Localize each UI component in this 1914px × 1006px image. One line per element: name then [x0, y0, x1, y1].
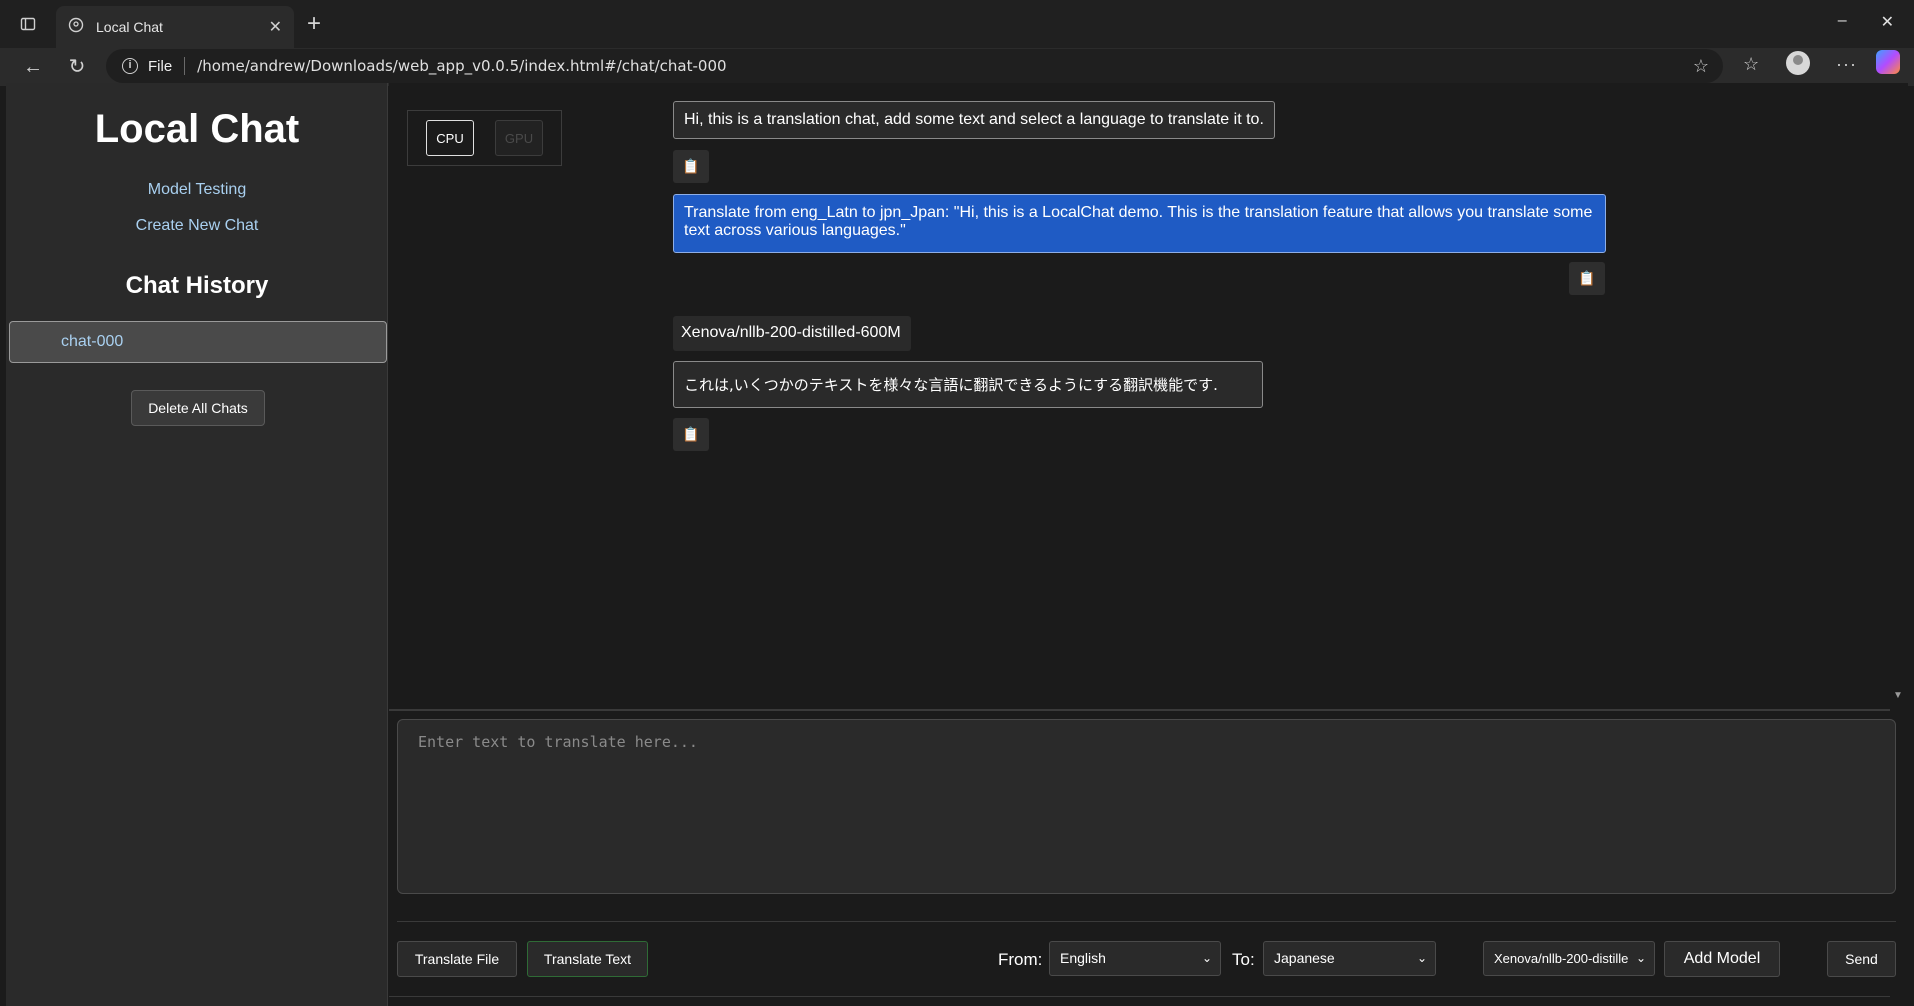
gpu-button[interactable]: GPU [495, 120, 543, 156]
model-testing-link[interactable]: Model Testing [6, 181, 388, 199]
reload-icon[interactable]: ↻ [66, 56, 88, 78]
tab-actions-icon[interactable] [16, 12, 40, 36]
translate-file-button[interactable]: Translate File [397, 941, 517, 977]
chevron-down-icon: ⌄ [1416, 951, 1427, 965]
send-button[interactable]: Send [1827, 941, 1896, 977]
chat-scrollbar[interactable] [1890, 83, 1908, 709]
model-select[interactable]: Xenova/nllb-200-distille ⌄ [1483, 941, 1655, 976]
assistant-response: これは,いくつかのテキストを様々な言語に翻訳できるようにする翻訳機能です. [673, 361, 1263, 408]
browser-tab[interactable]: Local Chat ✕ [56, 6, 294, 48]
copilot-icon[interactable] [1876, 50, 1900, 74]
sidebar: Local Chat Model Testing Create New Chat… [6, 83, 388, 1006]
chat-history-heading: Chat History [125, 272, 269, 299]
browser-tab-bar: Local Chat ✕ + – ✕ [0, 0, 1914, 48]
delete-all-chats-button[interactable]: Delete All Chats [131, 390, 265, 426]
create-new-chat-link[interactable]: Create New Chat [6, 217, 388, 235]
chevron-down-icon: ⌄ [1635, 951, 1646, 965]
tab-title: Local Chat [96, 19, 163, 35]
input-divider [397, 921, 1896, 922]
to-language-select[interactable]: Japanese ⌄ [1263, 941, 1436, 976]
back-icon[interactable]: ← [22, 56, 44, 78]
system-message: Hi, this is a translation chat, add some… [673, 101, 1275, 139]
model-select-value: Xenova/nllb-200-distille [1494, 951, 1629, 966]
bottom-divider [389, 996, 1890, 997]
copy-clipboard-icon[interactable]: 📋 [673, 418, 709, 451]
add-model-button[interactable]: Add Model [1664, 941, 1780, 977]
from-language-value: English [1060, 950, 1106, 966]
model-name-label: Xenova/nllb-200-distilled-600M [673, 316, 911, 351]
address-bar[interactable]: i File /home/andrew/Downloads/web_app_v0… [106, 49, 1723, 83]
tab-close-icon[interactable]: ✕ [269, 17, 282, 37]
translate-text-input[interactable] [397, 719, 1896, 894]
window-controls: – ✕ [1838, 12, 1894, 32]
new-tab-icon[interactable]: + [307, 10, 321, 38]
chat-history-item[interactable]: chat-000 [9, 321, 387, 363]
translate-text-button[interactable]: Translate Text [527, 941, 648, 977]
favorites-icon[interactable]: ☆ [1743, 54, 1759, 75]
site-info-icon[interactable]: i [122, 58, 138, 74]
scroll-down-icon[interactable]: ▼ [1893, 690, 1903, 701]
device-selector: CPU GPU [407, 110, 562, 166]
from-language-select[interactable]: English ⌄ [1049, 941, 1221, 976]
close-window-icon[interactable]: ✕ [1881, 12, 1894, 32]
address-url[interactable]: /home/andrew/Downloads/web_app_v0.0.5/in… [197, 57, 726, 75]
favorite-star-icon[interactable]: ☆ [1693, 56, 1709, 77]
profile-avatar-icon[interactable] [1786, 51, 1810, 75]
address-separator [184, 57, 186, 75]
copy-clipboard-icon[interactable]: 📋 [673, 150, 709, 183]
to-label: To: [1232, 950, 1255, 969]
page-favicon-icon [68, 17, 84, 38]
user-message: Translate from eng_Latn to jpn_Jpan: "Hi… [673, 194, 1606, 253]
minimize-icon[interactable]: – [1838, 12, 1847, 32]
from-label: From: [998, 950, 1043, 969]
app-title: Local Chat [94, 107, 300, 151]
chevron-down-icon: ⌄ [1201, 951, 1212, 965]
address-scheme: File [148, 57, 173, 75]
cpu-button[interactable]: CPU [426, 120, 474, 156]
copy-clipboard-icon[interactable]: 📋 [1569, 262, 1605, 295]
more-options-icon[interactable]: ··· [1836, 54, 1857, 75]
browser-toolbar: ← ↻ i File /home/andrew/Downloads/web_ap… [0, 48, 1914, 86]
to-language-value: Japanese [1274, 950, 1335, 966]
